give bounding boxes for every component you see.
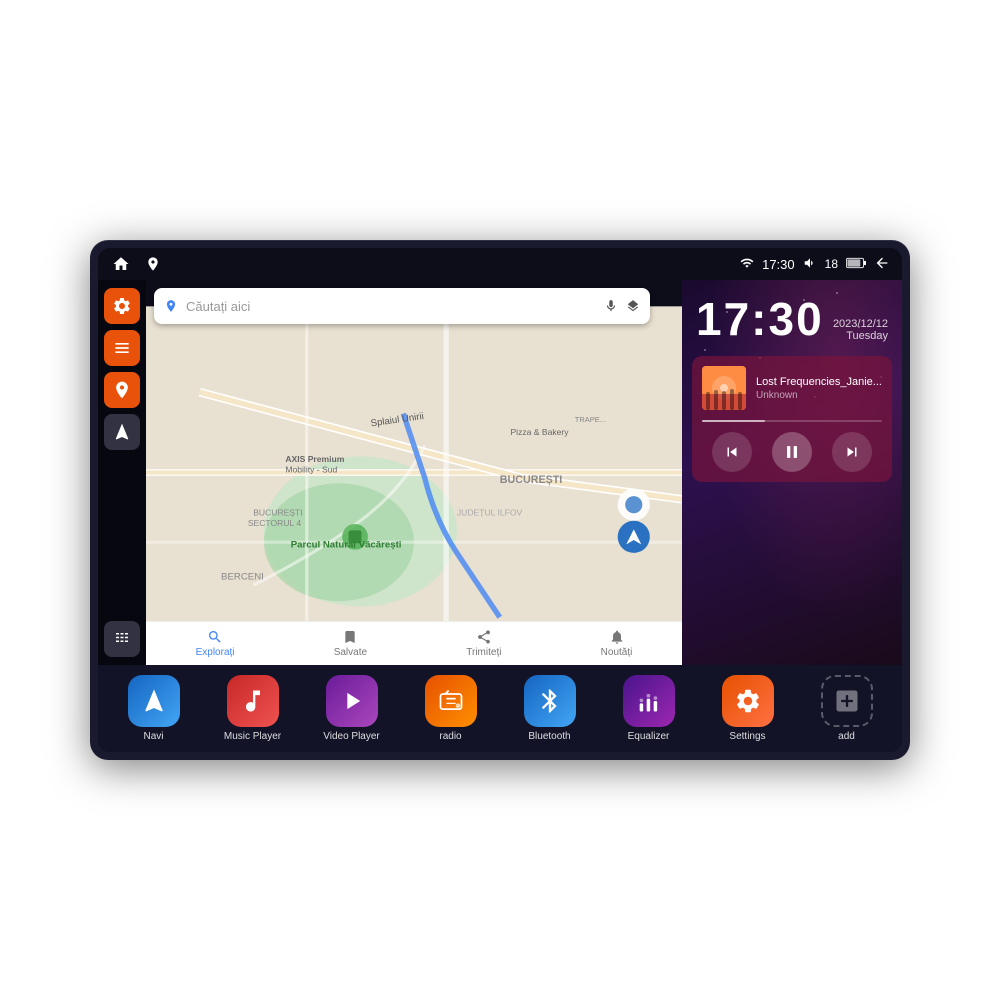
battery-level: 18	[825, 257, 838, 271]
music-section: Lost Frequencies_Janie... Unknown	[692, 356, 892, 482]
map-pin-icon[interactable]	[142, 253, 164, 275]
app-label-add: add	[838, 731, 855, 742]
svg-text:Mobility - Sud: Mobility - Sud	[285, 465, 337, 475]
app-icon-radio	[425, 675, 477, 727]
app-item-navi[interactable]: Navi	[119, 675, 189, 742]
app-label-bluetooth: Bluetooth	[528, 731, 570, 742]
app-item-equalizer[interactable]: Equalizer	[614, 675, 684, 742]
map-bottom-saved[interactable]: Salvate	[334, 629, 367, 658]
svg-text:BUCUREȘTI: BUCUREȘTI	[500, 474, 563, 486]
svg-text:Pizza & Bakery: Pizza & Bakery	[510, 427, 569, 437]
app-item-video-player[interactable]: Video Player	[317, 675, 387, 742]
app-item-add[interactable]: add	[812, 675, 882, 742]
app-label-navi: Navi	[143, 731, 163, 742]
app-item-radio[interactable]: radio	[416, 675, 486, 742]
app-icon-add	[821, 675, 873, 727]
music-progress-bar[interactable]	[702, 420, 882, 422]
map-explore-label: Explorați	[196, 647, 235, 658]
left-sidebar	[98, 280, 146, 665]
main-content: Căutați aici	[98, 280, 902, 665]
svg-text:Parcul Natural Văcărești: Parcul Natural Văcărești	[291, 540, 402, 551]
status-right-icons: 17:30 18	[740, 255, 890, 274]
music-next-btn[interactable]	[832, 432, 872, 472]
music-text: Lost Frequencies_Janie... Unknown	[756, 376, 882, 401]
app-label-equalizer: Equalizer	[628, 731, 670, 742]
map-bottom-explore[interactable]: Explorați	[196, 629, 235, 658]
app-grid-section: Navi Music Player Video Player	[98, 665, 902, 752]
music-info: Lost Frequencies_Janie... Unknown	[702, 366, 882, 410]
map-search-bar[interactable]: Căutați aici	[154, 288, 650, 324]
app-item-settings[interactable]: Settings	[713, 675, 783, 742]
sidebar-btn-map[interactable]	[104, 372, 140, 408]
app-item-music-player[interactable]: Music Player	[218, 675, 288, 742]
sidebar-btn-grid[interactable]	[104, 621, 140, 657]
clock-time: 17:30	[696, 296, 824, 342]
map-share-label: Trimiteți	[466, 647, 501, 658]
screen: 17:30 18	[98, 248, 902, 752]
app-icon-equalizer	[623, 675, 675, 727]
map-saved-label: Salvate	[334, 647, 367, 658]
status-bar: 17:30 18	[98, 248, 902, 280]
device: 17:30 18	[90, 240, 910, 760]
svg-text:AXIS Premium: AXIS Premium	[285, 454, 344, 464]
svg-text:BUCUREȘTI: BUCUREȘTI	[253, 507, 302, 517]
right-panel: 17:30 2023/12/12 Tuesday	[682, 280, 902, 665]
app-icon-settings	[722, 675, 774, 727]
svg-text:JUDEȚUL ILFOV: JUDEȚUL ILFOV	[457, 507, 523, 517]
app-icon-navi	[128, 675, 180, 727]
music-prev-btn[interactable]	[712, 432, 752, 472]
volume-icon	[803, 256, 817, 273]
app-label-radio: radio	[439, 731, 461, 742]
app-label-settings: Settings	[729, 731, 765, 742]
music-title: Lost Frequencies_Janie...	[756, 376, 882, 388]
music-play-btn[interactable]	[772, 432, 812, 472]
music-artist: Unknown	[756, 390, 882, 401]
back-icon[interactable]	[874, 255, 890, 274]
svg-text:TRAPE...: TRAPE...	[575, 415, 606, 424]
svg-text:BERCENI: BERCENI	[221, 572, 264, 583]
music-controls	[702, 432, 882, 472]
app-item-bluetooth[interactable]: Bluetooth	[515, 675, 585, 742]
map-search-text[interactable]: Căutați aici	[186, 299, 596, 314]
map-canvas: Splaiul Unirii AXIS Premium Mobility - S…	[146, 280, 682, 665]
map-bottom-bar: Explorați Salvate Trimiteți Noutăți	[146, 621, 682, 665]
music-album-art	[702, 366, 746, 410]
mic-icon[interactable]	[604, 299, 618, 313]
app-label-music-player: Music Player	[224, 731, 281, 742]
wifi-icon	[740, 256, 754, 273]
app-icon-music-player	[227, 675, 279, 727]
map-bottom-share[interactable]: Trimiteți	[466, 629, 501, 658]
clock-section: 17:30 2023/12/12 Tuesday	[682, 280, 902, 350]
sidebar-btn-navigation[interactable]	[104, 414, 140, 450]
svg-text:SECTORUL 4: SECTORUL 4	[248, 518, 302, 528]
sidebar-btn-settings[interactable]	[104, 288, 140, 324]
map-news-label: Noutăți	[601, 647, 633, 658]
home-icon[interactable]	[110, 253, 132, 275]
app-icon-bluetooth	[524, 675, 576, 727]
app-icon-video-player	[326, 675, 378, 727]
clock-day: Tuesday	[833, 330, 888, 342]
app-label-video-player: Video Player	[323, 731, 380, 742]
sidebar-btn-files[interactable]	[104, 330, 140, 366]
clock-date: 2023/12/12	[833, 318, 888, 330]
status-left-icons	[110, 253, 164, 275]
battery-icon	[846, 257, 866, 272]
map-area: Căutați aici	[146, 280, 682, 665]
layers-icon[interactable]	[626, 299, 640, 313]
app-grid: Navi Music Player Video Player	[106, 675, 894, 742]
map-bottom-news[interactable]: Noutăți	[601, 629, 633, 658]
status-time: 17:30	[762, 257, 795, 272]
